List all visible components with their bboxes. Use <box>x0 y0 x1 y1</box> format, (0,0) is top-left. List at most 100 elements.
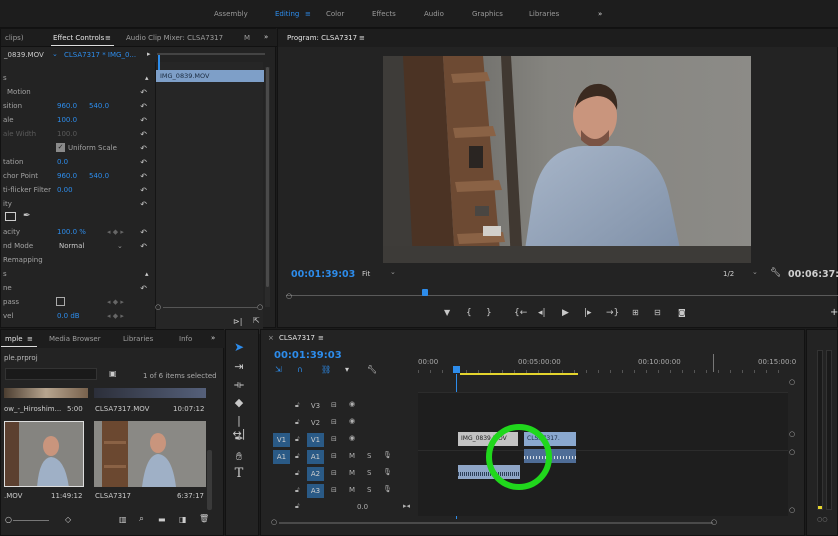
eye-icon[interactable]: ◉ <box>349 434 355 442</box>
timeline-playhead-head[interactable] <box>453 366 460 373</box>
resolution-dropdown[interactable]: 1/2 <box>723 270 734 278</box>
selection-tool-icon[interactable]: ➤ <box>232 340 246 354</box>
mute-button[interactable]: M <box>349 469 355 477</box>
mini-timeline-clip[interactable]: IMG_0839.MOV <box>156 70 264 82</box>
play-icon[interactable]: ▶ <box>562 308 569 318</box>
source-patch-a1[interactable]: A1 <box>273 450 290 464</box>
lock-icon[interactable]: 🔓︎ <box>295 418 300 427</box>
uniform-scale-checkbox[interactable]: ✓ <box>56 143 65 152</box>
reset-icon[interactable]: ↶ <box>140 116 147 125</box>
source-patch-v1[interactable]: V1 <box>273 433 290 447</box>
step-forward-icon[interactable]: |▸ <box>584 308 592 318</box>
track-label[interactable]: V2 <box>307 416 324 430</box>
export-icon[interactable]: ⇱ <box>253 316 260 325</box>
blend-mode-dropdown[interactable]: Normal <box>59 242 84 250</box>
vertical-scroll-top-icon[interactable]: ○ <box>789 378 795 386</box>
trash-icon[interactable]: 🗑︎ <box>199 514 209 523</box>
vertical-scroll-mid-icon[interactable]: ○ <box>789 430 795 438</box>
keyframe-nav-icon[interactable]: ◂ ◆ ▸ <box>107 298 124 306</box>
workspace-effects[interactable]: Effects <box>372 10 396 18</box>
reset-icon[interactable]: ↶ <box>140 88 147 97</box>
microphone-icon[interactable]: 🎙︎ <box>383 468 392 476</box>
automate-icon[interactable]: ▥ <box>119 515 127 524</box>
new-item-icon[interactable]: ◨ <box>179 515 187 524</box>
linked-selection-icon[interactable]: ⛓︎ <box>321 365 331 374</box>
sync-lock-icon[interactable]: ⊟ <box>331 418 337 426</box>
project-scroll-thumb[interactable] <box>207 450 212 510</box>
filter-icon[interactable]: ⊳| <box>233 317 242 326</box>
rotation-value[interactable]: 0.0 <box>57 158 68 166</box>
razor-tool-icon[interactable]: ◆ <box>232 396 246 410</box>
add-marker-icon[interactable]: ▾ <box>345 365 349 374</box>
camera-icon[interactable]: ◙ <box>678 308 686 317</box>
program-scrubber[interactable]: ○ <box>286 287 838 301</box>
sort-icon[interactable]: ◇ <box>65 515 71 524</box>
scale-value[interactable]: 100.0 <box>57 116 77 124</box>
sequence-menu-icon[interactable]: ≡ <box>318 334 324 342</box>
master-volume-value[interactable]: 0.0 <box>357 503 368 511</box>
chevron-down-icon[interactable]: ⌄ <box>752 268 758 276</box>
zoom-slider[interactable] <box>13 520 49 521</box>
work-area-bar[interactable] <box>460 373 578 375</box>
tab-info[interactable]: Info <box>179 335 192 343</box>
sync-lock-icon[interactable]: ⊟ <box>331 486 337 494</box>
go-to-out-icon[interactable]: →} <box>606 308 619 318</box>
workspace-assembly[interactable]: Assembly <box>214 10 248 18</box>
tab-clips-partial[interactable]: clips) <box>5 34 24 42</box>
scroll-handle-left-icon[interactable]: ○ <box>271 518 277 526</box>
lock-icon[interactable]: 🔓︎ <box>295 502 300 511</box>
media-name[interactable]: ow_-_Hiroshim... <box>4 405 61 413</box>
keyframe-nav-icon[interactable]: ◂ ◆ ▸ <box>107 228 124 236</box>
scroll-track[interactable] <box>163 307 257 308</box>
anchor-y-value[interactable]: 540.0 <box>89 172 109 180</box>
scroll-handle-left-icon[interactable]: ○ <box>155 303 161 311</box>
media-thumbnail[interactable] <box>4 388 88 398</box>
vertical-scrollbar[interactable] <box>265 67 270 307</box>
media-name[interactable]: CLSA7317.MOV <box>95 405 149 413</box>
tab-libraries[interactable]: Libraries <box>123 335 153 343</box>
scroll-handle-right-icon[interactable]: ○ <box>711 518 717 526</box>
reset-icon[interactable]: ↶ <box>140 172 147 181</box>
track-area[interactable]: IMG_0839.MOV CLSA7317. <box>418 392 788 516</box>
lock-icon[interactable]: 🔓︎ <box>295 401 300 410</box>
mute-button[interactable]: M <box>349 486 355 494</box>
reset-icon[interactable]: ↶ <box>140 144 147 153</box>
search-icon[interactable]: ⌕ <box>139 514 144 524</box>
track-select-tool-icon[interactable]: ⇥ <box>232 360 246 374</box>
step-back-icon[interactable]: ◂| <box>538 308 546 318</box>
reset-icon[interactable]: ↶ <box>140 158 147 167</box>
reset-icon[interactable]: ↶ <box>140 284 147 293</box>
workspace-overflow-icon[interactable]: » <box>598 10 602 18</box>
chevron-down-icon[interactable]: ⌄ <box>390 268 396 276</box>
solo-button[interactable]: S <box>367 469 371 477</box>
jump-to-end-icon[interactable]: ▸◂ <box>403 502 410 510</box>
tab-audio-clip-mixer[interactable]: Audio Clip Mixer: CLSA7317 <box>126 34 223 42</box>
level-value[interactable]: 0.0 dB <box>57 312 80 320</box>
panel-overflow-icon[interactable]: » <box>211 334 215 342</box>
timeline-horizontal-scrollbar[interactable]: ○ ○ <box>271 518 791 526</box>
tab-media-browser[interactable]: Media Browser <box>49 335 101 343</box>
reset-icon[interactable]: ↶ <box>140 102 147 111</box>
lock-icon[interactable]: 🔓︎ <box>295 469 300 478</box>
play-triangle-icon[interactable]: ▸ <box>147 50 151 58</box>
ripple-edit-tool-icon[interactable]: ⟛ <box>232 378 246 392</box>
add-marker-icon[interactable]: ▼ <box>444 308 450 317</box>
vertical-scroll-bottom-icon[interactable]: ○ <box>789 506 795 514</box>
sync-lock-icon[interactable]: ⊟ <box>331 401 337 409</box>
add-button-icon[interactable]: + <box>830 307 838 318</box>
tab-effect-controls[interactable]: Effect Controls <box>53 34 104 42</box>
track-label[interactable]: A2 <box>307 467 324 481</box>
reset-icon[interactable]: ↶ <box>140 228 147 237</box>
insert-overwrite-icon[interactable]: ⇲ <box>275 365 282 374</box>
insert-icon[interactable]: ⊞ <box>632 308 639 317</box>
track-label[interactable]: V3 <box>307 399 324 413</box>
overwrite-icon[interactable]: ⊟ <box>654 308 661 317</box>
workspace-color[interactable]: Color <box>326 10 344 18</box>
media-thumbnail-selected[interactable] <box>4 421 84 487</box>
lock-icon[interactable]: 🔓︎ <box>295 452 300 461</box>
go-to-in-icon[interactable]: {← <box>514 308 527 318</box>
program-menu-icon[interactable]: ≡ <box>359 34 365 42</box>
opacity-value[interactable]: 100.0 % <box>57 228 86 236</box>
tab-menu-icon[interactable]: ≡ <box>105 34 111 42</box>
snap-icon[interactable]: ∩ <box>297 365 303 374</box>
